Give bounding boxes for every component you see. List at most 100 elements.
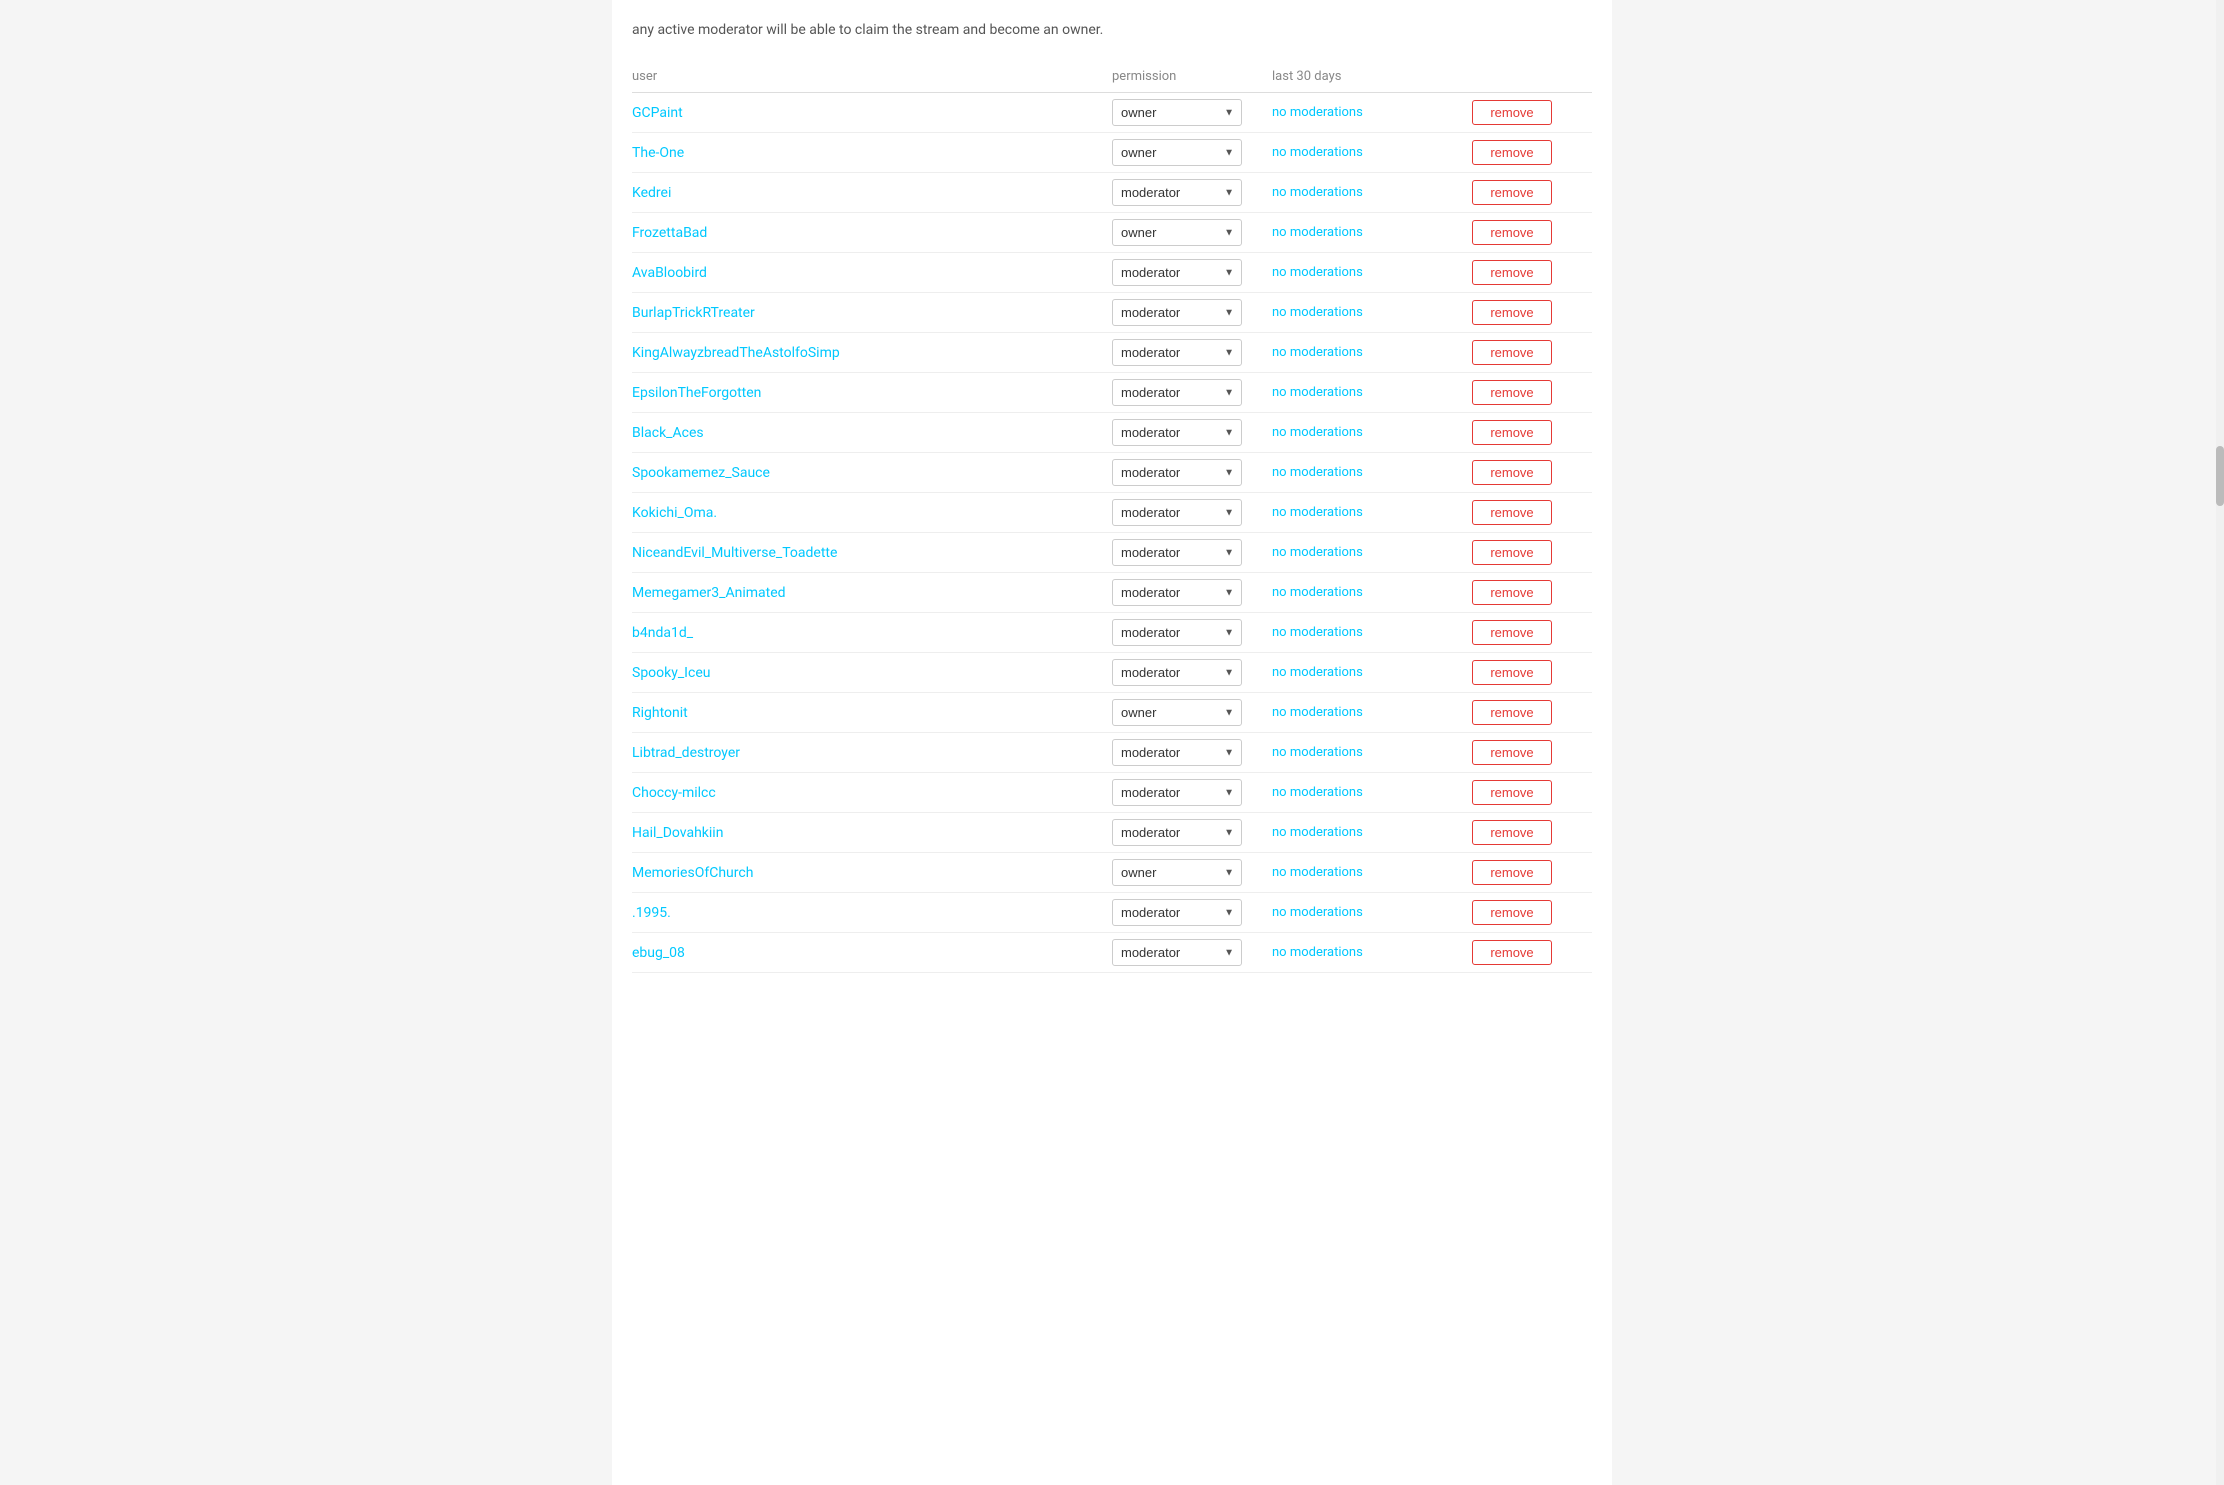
user-link[interactable]: EpsilonTheForgotten	[632, 385, 1112, 401]
user-link[interactable]: FrozettaBad	[632, 225, 1112, 241]
permission-select[interactable]: ownermoderator	[1112, 579, 1242, 606]
remove-button[interactable]: remove	[1472, 420, 1552, 445]
moderation-status: no moderations	[1272, 745, 1472, 760]
remove-button[interactable]: remove	[1472, 780, 1552, 805]
permission-select[interactable]: ownermoderator	[1112, 139, 1242, 166]
remove-button[interactable]: remove	[1472, 180, 1552, 205]
user-link[interactable]: Rightonit	[632, 705, 1112, 721]
user-link[interactable]: NiceandEvil_Multiverse_Toadette	[632, 545, 1112, 561]
user-link[interactable]: .1995.	[632, 905, 1112, 921]
remove-button[interactable]: remove	[1472, 940, 1552, 965]
moderation-status: no moderations	[1272, 225, 1472, 240]
rows-container: GCPaintownermoderatorno moderationsremov…	[632, 93, 1592, 973]
remove-button[interactable]: remove	[1472, 540, 1552, 565]
table-row: GCPaintownermoderatorno moderationsremov…	[632, 93, 1592, 133]
permission-select-wrapper: ownermoderator	[1112, 219, 1242, 246]
permission-select[interactable]: ownermoderator	[1112, 299, 1242, 326]
table-row: Kedreiownermoderatorno moderationsremove	[632, 173, 1592, 213]
permission-select[interactable]: ownermoderator	[1112, 939, 1242, 966]
permission-select[interactable]: ownermoderator	[1112, 859, 1242, 886]
user-link[interactable]: Spookamemez_Sauce	[632, 465, 1112, 481]
permission-select[interactable]: ownermoderator	[1112, 259, 1242, 286]
permission-select-wrapper: ownermoderator	[1112, 859, 1242, 886]
table-row: KingAlwayzbreadTheAstolfoSimpownermodera…	[632, 333, 1592, 373]
permission-select[interactable]: ownermoderator	[1112, 539, 1242, 566]
remove-button[interactable]: remove	[1472, 340, 1552, 365]
user-link[interactable]: b4nda1d_	[632, 625, 1112, 641]
user-link[interactable]: Kedrei	[632, 185, 1112, 201]
remove-button[interactable]: remove	[1472, 620, 1552, 645]
user-link[interactable]: AvaBloobird	[632, 265, 1112, 281]
user-link[interactable]: Kokichi_Oma.	[632, 505, 1112, 521]
table-row: Black_Acesownermoderatorno moderationsre…	[632, 413, 1592, 453]
permission-select[interactable]: ownermoderator	[1112, 899, 1242, 926]
permission-select-wrapper: ownermoderator	[1112, 259, 1242, 286]
remove-button[interactable]: remove	[1472, 900, 1552, 925]
remove-button[interactable]: remove	[1472, 220, 1552, 245]
user-link[interactable]: The-One	[632, 145, 1112, 161]
table-row: ebug_08ownermoderatorno moderationsremov…	[632, 933, 1592, 973]
col-actions	[1472, 69, 1592, 84]
remove-button[interactable]: remove	[1472, 660, 1552, 685]
permission-select-wrapper: ownermoderator	[1112, 179, 1242, 206]
permission-select-wrapper: ownermoderator	[1112, 939, 1242, 966]
moderation-status: no moderations	[1272, 625, 1472, 640]
permission-select-wrapper: ownermoderator	[1112, 99, 1242, 126]
remove-button[interactable]: remove	[1472, 300, 1552, 325]
permission-select-wrapper: ownermoderator	[1112, 579, 1242, 606]
remove-button[interactable]: remove	[1472, 580, 1552, 605]
remove-button[interactable]: remove	[1472, 460, 1552, 485]
table-row: Choccy-milccownermoderatorno moderations…	[632, 773, 1592, 813]
user-link[interactable]: MemoriesOfChurch	[632, 865, 1112, 881]
remove-button[interactable]: remove	[1472, 500, 1552, 525]
permission-select[interactable]: ownermoderator	[1112, 659, 1242, 686]
user-link[interactable]: Libtrad_destroyer	[632, 745, 1112, 761]
permission-select[interactable]: ownermoderator	[1112, 619, 1242, 646]
permission-select[interactable]: ownermoderator	[1112, 179, 1242, 206]
user-link[interactable]: Memegamer3_Animated	[632, 585, 1112, 601]
user-link[interactable]: GCPaint	[632, 105, 1112, 121]
permission-select-wrapper: ownermoderator	[1112, 899, 1242, 926]
remove-button[interactable]: remove	[1472, 740, 1552, 765]
permission-select-wrapper: ownermoderator	[1112, 379, 1242, 406]
permission-select[interactable]: ownermoderator	[1112, 339, 1242, 366]
user-link[interactable]: Hail_Dovahkiin	[632, 825, 1112, 841]
moderation-status: no moderations	[1272, 305, 1472, 320]
permission-select[interactable]: ownermoderator	[1112, 219, 1242, 246]
permission-select-wrapper: ownermoderator	[1112, 499, 1242, 526]
table-row: Libtrad_destroyerownermoderator no modera…	[632, 733, 1592, 773]
user-link[interactable]: Spooky_Iceu	[632, 665, 1112, 681]
permission-select-wrapper: ownermoderator	[1112, 419, 1242, 446]
remove-button[interactable]: remove	[1472, 860, 1552, 885]
remove-button[interactable]: remove	[1472, 140, 1552, 165]
permission-select[interactable]: ownermoderator	[1112, 419, 1242, 446]
user-link[interactable]: ebug_08	[632, 945, 1112, 961]
page-container: any active moderator will be able to cla…	[612, 0, 1612, 1485]
permission-select[interactable]: ownermoderator	[1112, 99, 1242, 126]
permission-select[interactable]: ownermoderator	[1112, 739, 1242, 766]
user-link[interactable]: KingAlwayzbreadTheAstolfoSimp	[632, 345, 1112, 361]
permission-select[interactable]: ownermoderator	[1112, 379, 1242, 406]
moderation-status: no moderations	[1272, 265, 1472, 280]
table-row: Memegamer3_Animatedownermoderatorno mode…	[632, 573, 1592, 613]
permission-select[interactable]: ownermoderator	[1112, 459, 1242, 486]
permission-select[interactable]: ownermoderator	[1112, 499, 1242, 526]
user-link[interactable]: BurlapTrickRTreater	[632, 305, 1112, 321]
permission-select[interactable]: ownermoderator	[1112, 699, 1242, 726]
permission-select[interactable]: ownermoderator	[1112, 779, 1242, 806]
remove-button[interactable]: remove	[1472, 700, 1552, 725]
remove-button[interactable]: remove	[1472, 380, 1552, 405]
scrollbar-track[interactable]	[2216, 0, 2224, 1485]
table-row: Spooky_Iceuownermoderatorno moderationsr…	[632, 653, 1592, 693]
table-row: BurlapTrickRTreaterownermoderator no mode…	[632, 293, 1592, 333]
user-link[interactable]: Choccy-milcc	[632, 785, 1112, 801]
intro-text: any active moderator will be able to cla…	[632, 20, 1592, 41]
remove-button[interactable]: remove	[1472, 100, 1552, 125]
remove-button[interactable]: remove	[1472, 820, 1552, 845]
permission-select[interactable]: ownermoderator	[1112, 819, 1242, 846]
scrollbar-thumb[interactable]	[2216, 446, 2224, 506]
table-row: Rightonitownermoderatorno moderationsrem…	[632, 693, 1592, 733]
table-row: EpsilonTheForgottenownermoderatorno mode…	[632, 373, 1592, 413]
remove-button[interactable]: remove	[1472, 260, 1552, 285]
user-link[interactable]: Black_Aces	[632, 425, 1112, 441]
